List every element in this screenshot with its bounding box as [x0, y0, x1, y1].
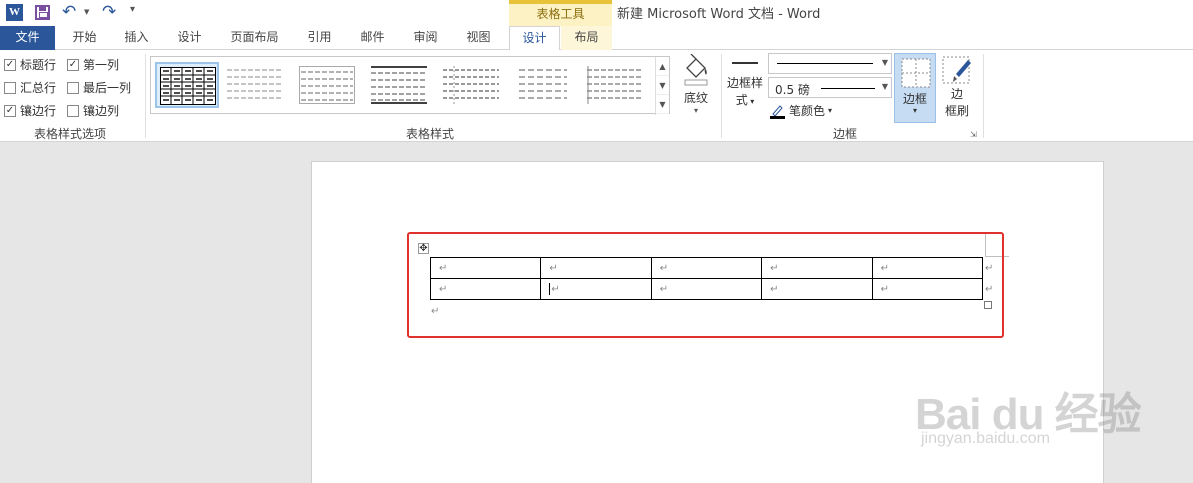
plain-table-icon [443, 66, 499, 104]
chevron-down-icon: ▾ [828, 106, 833, 115]
table-style-plain-1[interactable] [227, 66, 291, 112]
line-weight-preview [821, 88, 875, 89]
checkbox-last-column[interactable]: 最后一列 [67, 79, 131, 96]
border-styles-label: 边框样 [726, 76, 763, 90]
tab-table-design[interactable]: 设计 [509, 26, 560, 51]
tab-table-layout[interactable]: 布局 [561, 26, 612, 50]
checkbox-label: 镶边列 [83, 104, 120, 118]
save-icon[interactable] [35, 5, 50, 20]
chevron-down-icon: ▼ [881, 82, 888, 91]
group-divider [145, 54, 146, 138]
chevron-down-icon: ▾ [693, 106, 698, 115]
table-style-plain-6[interactable] [587, 66, 651, 112]
highlight-frame [407, 232, 1004, 338]
scroll-up-icon[interactable]: ▲ [656, 57, 669, 76]
group-label-table-styles: 表格样式 [405, 127, 454, 141]
group-label-borders: 边框 [832, 127, 857, 141]
tab-file[interactable]: 文件 [0, 26, 55, 50]
baidu-watermark-logo: Bai du 经验 jingyan.baidu.com [915, 378, 1142, 447]
plain-table-icon [587, 66, 643, 104]
border-styles-label-2: 式 ▾ [735, 93, 755, 107]
border-painter-icon [942, 56, 971, 84]
checkbox-unchecked-icon [67, 104, 79, 117]
checkbox-banded-rows[interactable]: ✓ 镶边行 [4, 102, 56, 119]
borders-icon [901, 58, 931, 88]
table-style-grid[interactable] [155, 62, 219, 108]
checkbox-checked-icon: ✓ [67, 58, 79, 71]
checkbox-checked-icon: ✓ [4, 58, 16, 71]
chevron-down-icon: ▾ [747, 97, 755, 106]
line-weight-value: 0.5 磅 [775, 83, 810, 97]
checkbox-banded-columns[interactable]: 镶边列 [67, 102, 119, 119]
line-style-preview [777, 63, 873, 64]
tab-design[interactable]: 设计 [167, 26, 212, 50]
watermark-url: jingyan.baidu.com [921, 430, 1050, 447]
border-painter-button[interactable]: 边 框刷 [938, 54, 976, 119]
chevron-down-icon: ▼ [881, 58, 888, 67]
border-line-icon [732, 62, 758, 64]
ribbon: ✓ 标题行 ✓ 第一列 汇总行 最后一列 ✓ 镶边行 镶边列 表格样式选项 ▲ … [0, 50, 1193, 142]
tab-references[interactable]: 引用 [297, 26, 342, 50]
table-style-plain-4[interactable] [443, 66, 507, 112]
chevron-down-icon: ▾ [912, 106, 917, 115]
redo-icon[interactable]: ↷ [102, 2, 116, 22]
checkbox-checked-icon: ✓ [4, 104, 16, 117]
border-painter-label: 边 [950, 87, 963, 101]
gallery-more-icon[interactable]: ▼ [656, 95, 669, 114]
tab-page-layout[interactable]: 页面布局 [222, 26, 287, 50]
tab-review[interactable]: 审阅 [403, 26, 448, 50]
undo-dropdown-icon[interactable]: ▼ [84, 8, 89, 16]
checkbox-label: 标题行 [20, 58, 57, 72]
word-icon: W [6, 4, 23, 21]
checkbox-unchecked-icon [67, 81, 79, 94]
table-style-plain-2[interactable] [299, 66, 363, 112]
dialog-launcher-icon[interactable]: ⇲ [970, 130, 977, 139]
tab-home[interactable]: 开始 [62, 26, 107, 50]
plain-table-icon [519, 69, 567, 99]
border-styles-button[interactable]: 边框样 式 ▾ [725, 62, 765, 108]
pen-color-button[interactable]: 笔颜色 ▾ [770, 102, 832, 119]
border-painter-label-2: 框刷 [944, 104, 969, 118]
borders-button[interactable]: 边框 ▾ [894, 53, 936, 123]
checkbox-label: 镶边行 [20, 104, 57, 118]
checkbox-first-column[interactable]: ✓ 第一列 [67, 56, 119, 73]
grid-table-icon [160, 67, 216, 105]
line-weight-dropdown[interactable]: 0.5 磅 ▼ [768, 77, 892, 98]
undo-icon[interactable]: ↶ [62, 2, 76, 22]
shading-label: 底纹 [683, 91, 708, 105]
tab-mailings[interactable]: 邮件 [350, 26, 395, 50]
line-style-dropdown[interactable]: ▼ [768, 53, 892, 74]
plain-table-icon [371, 66, 427, 104]
table-style-plain-3[interactable] [371, 66, 435, 112]
group-divider [721, 54, 722, 138]
plain-table-icon [227, 69, 283, 99]
checkbox-total-row[interactable]: 汇总行 [4, 79, 56, 96]
plain-table-icon [299, 66, 355, 104]
tab-insert[interactable]: 插入 [114, 26, 159, 50]
checkbox-unchecked-icon [4, 81, 16, 94]
paint-bucket-icon [684, 53, 708, 86]
group-label-style-options: 表格样式选项 [33, 127, 106, 141]
group-divider [983, 54, 984, 138]
customize-icon[interactable]: ▾ [130, 4, 135, 15]
tab-view[interactable]: 视图 [456, 26, 501, 50]
gallery-scroll: ▲ ▼ ▼ [655, 57, 669, 115]
document-title: 新建 Microsoft Word 文档 - Word [617, 7, 821, 22]
table-styles-gallery: ▲ ▼ ▼ [150, 56, 670, 115]
pen-color-label: 笔颜色 [789, 104, 826, 118]
borders-label: 边框 [902, 92, 927, 106]
title-bar: W ↶ ▼ ↷ ▾ 表格工具 新建 Microsoft Word 文档 - Wo… [0, 0, 1193, 26]
checkbox-label: 汇总行 [20, 81, 57, 95]
table-style-plain-5[interactable] [515, 66, 579, 112]
scroll-down-icon[interactable]: ▼ [656, 76, 669, 95]
pen-icon [770, 103, 785, 119]
checkbox-header-row[interactable]: ✓ 标题行 [4, 56, 56, 73]
ribbon-tabs: 文件 开始 插入 设计 页面布局 引用 邮件 审阅 视图 设计 布局 [0, 26, 1193, 51]
checkbox-label: 最后一列 [83, 81, 132, 95]
checkbox-label: 第一列 [83, 58, 120, 72]
shading-button[interactable]: 底纹 ▾ [676, 53, 716, 115]
context-group-label: 表格工具 [509, 0, 612, 26]
